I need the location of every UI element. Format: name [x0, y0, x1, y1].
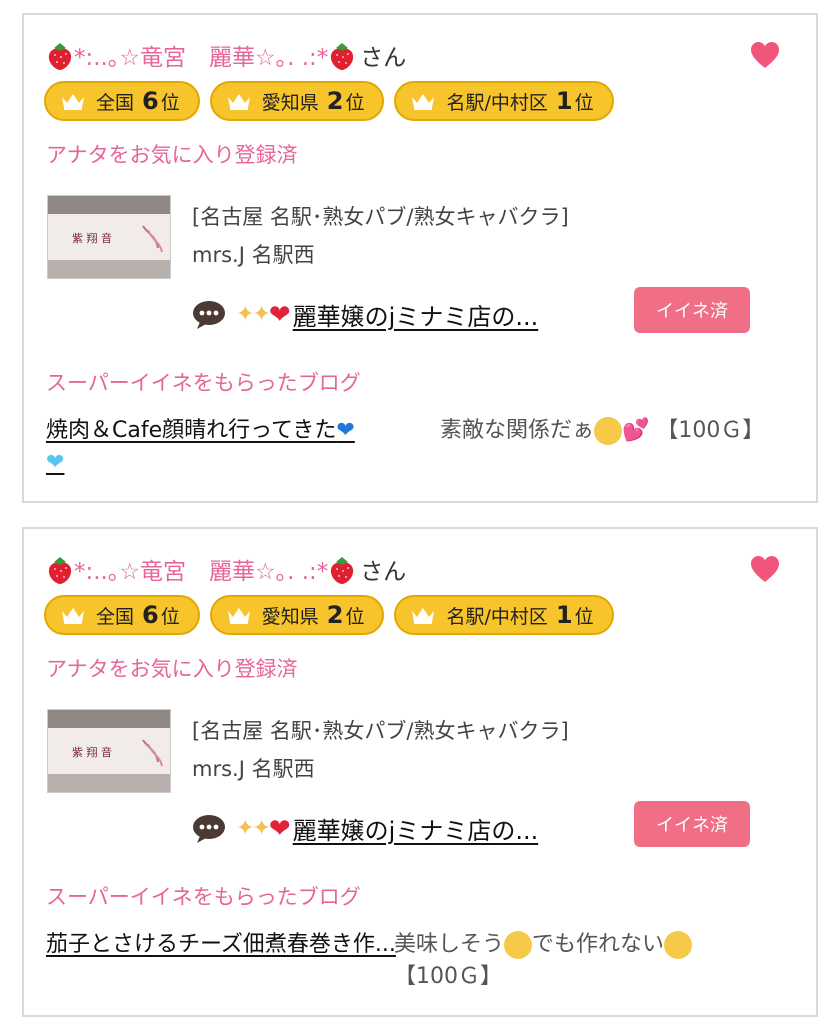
badge-label: 名駅/中村区 [446, 91, 548, 114]
super-blog-title-link[interactable]: 茄子とさけるチーズ佃煮春巻き作... [46, 929, 406, 961]
blog-title-link[interactable]: 麗華嬢のjミナミ店の... [293, 297, 539, 332]
drooling-face-icon [504, 931, 533, 959]
badge-label: 愛知県 [261, 605, 319, 628]
shop-signboard-image: 紫 翔 音 [48, 196, 170, 278]
latest-blog: ✦✦ ❤ 麗華嬢のjミナミ店の... [192, 297, 538, 332]
crown-icon [227, 94, 250, 110]
crown-icon [227, 608, 250, 624]
post-card: *:..｡☆竜宮 麗華☆｡. .:* さん 全国 6 位 愛知県 2 位 名駅/… [22, 13, 818, 503]
shop-category: [名古屋 名駅･熟女パブ/熟女キャバクラ] [192, 205, 569, 229]
two-hearts-icon: 💕 [622, 418, 650, 443]
rank-badge-national[interactable]: 全国 6 位 [44, 81, 200, 121]
smiling-face-icon [594, 417, 623, 445]
comment-text: 美味しそう [394, 932, 505, 957]
svg-text:紫 翔 音: 紫 翔 音 [72, 745, 112, 759]
badge-unit: 位 [574, 91, 594, 114]
red-heart-icon: ❤ [268, 813, 291, 844]
blog-title-link[interactable]: 麗華嬢のjミナミ店の... [293, 811, 539, 846]
ranking-badges: 全国 6 位 愛知県 2 位 名駅/中村区 1 位 [44, 595, 614, 635]
badge-label: 名駅/中村区 [446, 605, 548, 628]
shop-thumbnail[interactable]: 紫 翔 音 [47, 709, 171, 793]
badge-unit: 位 [160, 605, 180, 628]
user-name[interactable]: *:..｡☆竜宮 麗華☆｡. .:* さん [46, 37, 406, 73]
favorite-status: アナタをお気に入り登録済 [46, 657, 298, 681]
badge-rank: 2 [326, 601, 344, 629]
super-blog-title-link[interactable]: 焼肉＆Cafe顔晴れ行ってきた❤ ❤ [46, 415, 406, 479]
speech-bubble-icon [193, 814, 225, 843]
badge-unit: 位 [160, 91, 180, 114]
shop-thumbnail[interactable]: 紫 翔 音 [47, 195, 171, 279]
crown-icon [62, 608, 84, 624]
heart-icon[interactable] [750, 555, 780, 583]
super-like-heading: スーパーイイネをもらったブログ [46, 885, 361, 909]
sparkles-icon: ✦✦ [236, 302, 271, 327]
sparkles-icon: ✦✦ [236, 816, 271, 841]
rank-badge-prefecture[interactable]: 愛知県 2 位 [209, 595, 385, 635]
shop-name[interactable]: mrs.J 名駅西 [192, 239, 315, 269]
strawberry-icon [331, 43, 354, 70]
badge-label: 全国 [96, 91, 135, 114]
crown-icon [62, 94, 84, 110]
user-name-text: *:..｡☆竜宮 麗華☆｡. .:* [74, 559, 329, 585]
comment-text: でも作れない [532, 932, 665, 957]
speech-bubble-icon [193, 300, 225, 329]
badge-rank: 6 [142, 601, 159, 629]
user-name[interactable]: *:..｡☆竜宮 麗華☆｡. .:* さん [46, 551, 406, 587]
post-card: *:..｡☆竜宮 麗華☆｡. .:* さん 全国 6 位 愛知県 2 位 名駅/… [22, 527, 818, 1017]
badge-unit: 位 [345, 91, 365, 114]
super-like-heading: スーパーイイネをもらったブログ [46, 371, 361, 395]
badge-label: 全国 [96, 605, 135, 628]
badge-unit: 位 [345, 605, 365, 628]
rank-badge-national[interactable]: 全国 6 位 [44, 595, 200, 635]
crown-icon [412, 608, 435, 624]
badge-rank: 2 [326, 87, 344, 115]
name-suffix: さん [360, 559, 407, 585]
super-like-comment: 素敵な関係だぁ 💕 【100Ｇ】 [440, 415, 780, 447]
user-name-text: *:..｡☆竜宮 麗華☆｡. .:* [74, 45, 329, 71]
strawberry-icon [331, 557, 354, 584]
latest-blog: ✦✦ ❤ 麗華嬢のjミナミ店の... [192, 811, 538, 846]
crown-icon [412, 94, 435, 110]
svg-text:紫 翔 音: 紫 翔 音 [72, 231, 112, 245]
super-like-comment: 美味しそう でも作れない【100Ｇ】 [394, 929, 790, 993]
light-blue-heart-icon: ❤ [46, 450, 65, 475]
favorite-status: アナタをお気に入り登録済 [46, 143, 298, 167]
liked-button[interactable]: イイネ済 [634, 287, 750, 333]
super-blog-title-text: 焼肉＆Cafe顔晴れ行ってきた [46, 418, 337, 443]
blue-heart-icon: ❤ [336, 418, 355, 443]
rank-badge-area[interactable]: 名駅/中村区 1 位 [394, 595, 614, 635]
red-heart-icon: ❤ [268, 299, 291, 330]
crying-face-icon [664, 931, 693, 959]
shop-name[interactable]: mrs.J 名駅西 [192, 753, 315, 783]
strawberry-icon [48, 43, 72, 70]
shop-signboard-image: 紫 翔 音 [48, 710, 170, 792]
badge-unit: 位 [574, 605, 594, 628]
shop-category: [名古屋 名駅･熟女パブ/熟女キャバクラ] [192, 719, 569, 743]
comment-points: 【100Ｇ】 [656, 418, 765, 443]
ranking-badges: 全国 6 位 愛知県 2 位 名駅/中村区 1 位 [44, 81, 614, 121]
badge-label: 愛知県 [261, 91, 319, 114]
strawberry-icon [48, 557, 72, 584]
rank-badge-area[interactable]: 名駅/中村区 1 位 [394, 81, 614, 121]
badge-rank: 6 [142, 87, 159, 115]
heart-icon[interactable] [750, 41, 780, 69]
comment-points: 【100Ｇ】 [394, 964, 502, 989]
name-suffix: さん [360, 45, 407, 71]
badge-rank: 1 [555, 601, 573, 629]
liked-button[interactable]: イイネ済 [634, 801, 750, 847]
rank-badge-prefecture[interactable]: 愛知県 2 位 [209, 81, 385, 121]
comment-text: 素敵な関係だぁ [440, 418, 595, 443]
badge-rank: 1 [555, 87, 573, 115]
